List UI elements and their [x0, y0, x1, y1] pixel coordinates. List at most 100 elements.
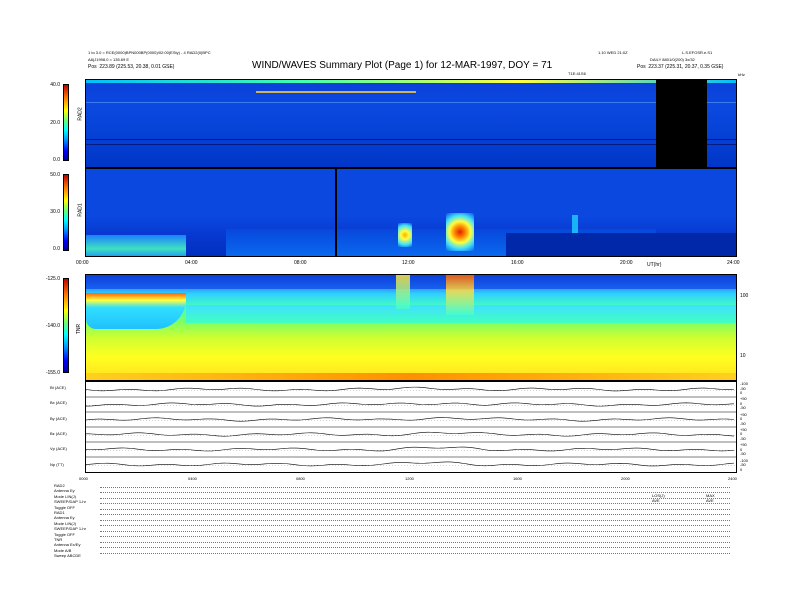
- tnr-colorbar: [63, 278, 69, 373]
- footer-divider: [100, 503, 730, 504]
- pos-value-left: 223.89 (225.53, 20.38, 0.01 GSE): [99, 64, 175, 70]
- ace-row-label: Bt (ACE): [50, 385, 66, 390]
- ace-series-line: [86, 431, 735, 437]
- rad2-colorbar: [63, 84, 69, 161]
- rad1-xtick: 04:00: [185, 260, 198, 266]
- rad1-xaxis-label: UT(hr): [647, 262, 662, 268]
- ace-right-tick: -50: [740, 451, 746, 457]
- ace-row-label: By (ACE): [50, 415, 67, 421]
- footer-divider: [100, 542, 730, 543]
- rad2-panel-label: RAD2: [77, 107, 84, 121]
- tnr-ytick: -155.0: [45, 370, 60, 376]
- ace-xtick: 1600: [513, 476, 522, 481]
- footer-divider: [100, 520, 730, 521]
- footer-divider: [100, 525, 730, 526]
- tnr-panel-label: TNR: [76, 323, 83, 335]
- ace-xtick: 1200: [405, 476, 414, 481]
- tnr-burst: [396, 275, 410, 309]
- tnr-bottom-band: [86, 373, 736, 380]
- ace-right-tick: -50: [740, 420, 746, 426]
- footer-tnr-block: TNR Antenna Ex/Ey Mode A/B Sweep ABCDE: [54, 537, 81, 559]
- rad1-ytick: 50.0: [50, 172, 60, 178]
- rad1-panel-label: RAD1: [77, 203, 84, 217]
- pos-value-right: 223.37 (225.31, 20.37, 0.35 GSE): [648, 64, 724, 70]
- footer-right-col1: LOS(J) AVE: [652, 493, 665, 504]
- rad1-ytick: 30.0: [50, 209, 60, 215]
- tnr-spectrogram: [85, 274, 737, 381]
- rad2-grid-line: [86, 102, 736, 103]
- footer-divider: [100, 514, 730, 515]
- footer-right-col1-line: AVE: [652, 498, 660, 504]
- ace-row-label: Vp (ACE): [50, 446, 67, 452]
- ace-row-label: Bz (ACE): [50, 430, 67, 436]
- rad2-ytick: 40.0: [50, 82, 60, 88]
- rad1-burst: [446, 213, 474, 251]
- ace-row-label: Np (TT): [50, 461, 64, 467]
- rad1-xtick: 24:00: [727, 260, 740, 266]
- header-right-line3: Pos 223.37 (225.31, 20.37, 0.35 GSE): [637, 64, 723, 70]
- rad1-xtick: 08:00: [294, 260, 307, 266]
- footer-divider: [100, 498, 730, 499]
- footer-divider: [100, 536, 730, 537]
- rad2-grid-line: [86, 144, 736, 145]
- ace-series-line: [86, 402, 735, 407]
- footer-divider: [100, 487, 730, 488]
- rad2-data-gap: [656, 80, 707, 167]
- rad2-grid-line: [86, 139, 736, 140]
- ace-xtick: 0000: [79, 476, 88, 481]
- tnr-right-tick: 10: [740, 353, 746, 359]
- footer-divider: [100, 553, 730, 554]
- footer-divider: [100, 492, 730, 493]
- ace-line-stack: [85, 381, 737, 473]
- header-left-line1: 1 to 3.0 = RCE(0000)BPN000BP(0000)/02:00…: [88, 50, 211, 55]
- tnr-right-tick: 100: [740, 293, 749, 299]
- rad2-top-band: [86, 80, 736, 83]
- header-left-line2: A8(J1998.0 = 135.69 E: [88, 57, 130, 62]
- ace-xtick: 2400: [728, 476, 737, 481]
- ace-series-line: [86, 417, 735, 422]
- rad1-spectrogram: [85, 168, 737, 257]
- tnr-ytick: -140.0: [45, 323, 60, 329]
- ace-right-tick: -50: [740, 435, 746, 441]
- footer-tnr-line: Sweep ABCDE: [54, 553, 81, 559]
- rad1-data-gap: [335, 169, 337, 256]
- footer-rad2-line: SWEEP/DAP 1-hr: [54, 499, 86, 505]
- unit-label: kHz: [738, 72, 745, 77]
- rad1-xtick: 16:00: [511, 260, 524, 266]
- ace-line-svg: [86, 386, 736, 467]
- page-title: WIND/WAVES Summary Plot (Page 1) for 12-…: [252, 60, 553, 71]
- footer-divider: [100, 509, 730, 510]
- footer-rad2-block: RAD2 Antenna Ey Mode LIN(J) SWEEP/DAP 1-…: [54, 483, 86, 510]
- rad2-emission-line: [256, 91, 416, 93]
- header-right-line1: 1.10 WED 21:0Z: [598, 50, 628, 55]
- footer-divider: [100, 547, 730, 548]
- ace-right-tick: 0: [740, 390, 743, 395]
- tnr-plasma-line-region: [86, 293, 186, 329]
- time-marker-label: T1E:41S6: [568, 71, 586, 76]
- footer-rad1-block: RAD1 Antenna Ey Mode LIN(J) SWEEP/DAP 1-…: [54, 510, 86, 537]
- tnr-top-band: [86, 275, 736, 289]
- tnr-ytick: -125.0: [45, 276, 60, 282]
- pos-label-left: Pos: [88, 64, 97, 70]
- header-left-line3: Pos 223.89 (225.53, 20.38, 0.01 GSE): [88, 64, 174, 70]
- ace-xtick: 0800: [296, 476, 305, 481]
- rad2-spectrogram: [85, 79, 737, 168]
- rad2-ytick: 0.0: [53, 157, 60, 163]
- rad1-xtick: 20:00: [620, 260, 633, 266]
- header-right-line1b: L.S.EFOSR.e.S1: [682, 50, 713, 55]
- rad2-ytick: 20.0: [50, 120, 60, 126]
- rad1-low-freq-emission: [86, 235, 186, 256]
- rad1-burst: [398, 223, 412, 247]
- ace-xtick: 0400: [188, 476, 197, 481]
- rad1-xtick: 00:00: [76, 260, 89, 266]
- footer-rad1-line: SWEEP/DAP 1-hr: [54, 526, 86, 532]
- ace-row-label: Bx (ACE): [50, 400, 67, 406]
- pos-label-right: Pos: [637, 64, 646, 70]
- ace-right-tick: 0: [740, 466, 743, 472]
- ace-right-tick: -50: [740, 405, 746, 411]
- footer-right-col2-line: AVE: [706, 498, 714, 504]
- rad1-colorbar: [63, 174, 69, 251]
- tnr-burst: [446, 275, 474, 315]
- ace-xtick: 2000: [621, 476, 630, 481]
- header-right-line2: DAILY 8801/0(200) 3x/32: [650, 57, 695, 62]
